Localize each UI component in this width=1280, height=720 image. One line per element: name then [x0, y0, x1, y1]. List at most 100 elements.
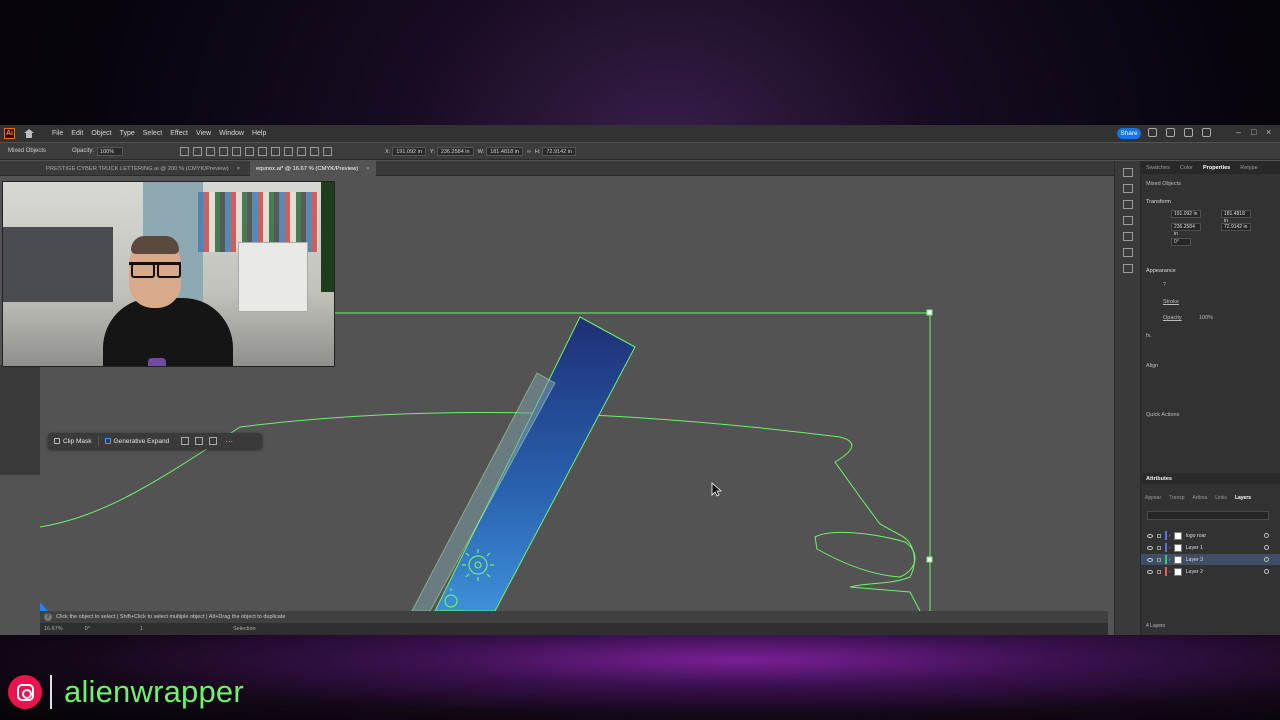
zoom-level[interactable]: 16.67% — [44, 626, 63, 632]
layer-name[interactable]: Layer 2 — [1186, 569, 1203, 575]
share-button[interactable]: Share — [1117, 128, 1141, 139]
w-input[interactable]: 181.4818 in — [486, 147, 523, 156]
recolor-icon[interactable] — [181, 437, 190, 445]
layer-row-selected[interactable]: › Layer 3 — [1141, 554, 1280, 565]
menu-help[interactable]: Help — [248, 130, 270, 137]
generative-expand-button[interactable]: Generative Expand — [99, 435, 176, 447]
lock-icon[interactable] — [209, 437, 218, 445]
workspace-icon[interactable] — [1202, 128, 1211, 137]
distribute-center-icon[interactable] — [271, 147, 280, 156]
target-circle-icon[interactable] — [1264, 557, 1269, 562]
tab-equnox[interactable]: equnox.ai* @ 16.67 % (CMYK/Preview) × — [250, 161, 376, 176]
layer-row[interactable]: › logo roar — [1141, 530, 1280, 541]
expand-arrow-icon[interactable]: › — [1169, 557, 1171, 563]
fx-label[interactable]: fx. — [1146, 333, 1152, 339]
layer-search-input[interactable] — [1147, 511, 1269, 520]
opacity-input[interactable]: 100% — [97, 146, 124, 156]
libraries-icon[interactable] — [1122, 168, 1133, 177]
search-icon[interactable] — [1166, 128, 1175, 137]
tab-prestige-cyber-truck[interactable]: PRESTIGE CYBER TRUCK LETTERING.ai @ 200 … — [40, 161, 246, 176]
play-actions-icon[interactable] — [1122, 264, 1133, 273]
lock-toggle-icon[interactable] — [1157, 545, 1161, 550]
expand-arrow-icon[interactable]: › — [1169, 545, 1171, 551]
opacity-prop-value[interactable]: 100% — [1199, 315, 1213, 321]
tab-color[interactable]: Color — [1175, 165, 1198, 171]
clip-mask-button[interactable]: Clip Mask — [48, 435, 98, 447]
paragraph-icon[interactable] — [1122, 232, 1133, 241]
menu-file[interactable]: File — [48, 130, 67, 137]
align-middle-icon[interactable] — [232, 147, 241, 156]
layer-row[interactable]: › Layer 2 — [1141, 566, 1280, 577]
layer-row[interactable]: › Layer 1 — [1141, 542, 1280, 553]
expand-arrow-icon[interactable]: › — [1169, 569, 1171, 575]
tab-layers[interactable]: Layers — [1231, 495, 1255, 501]
notifications-icon[interactable] — [1148, 128, 1157, 137]
tab-appearance[interactable]: Appear — [1141, 495, 1165, 501]
menu-type[interactable]: Type — [116, 130, 139, 137]
blue-stripe-shape[interactable] — [434, 316, 636, 611]
align-left-icon[interactable] — [180, 147, 189, 156]
visibility-eye-icon[interactable] — [1147, 569, 1153, 574]
x-input[interactable]: 191.092 in — [392, 147, 426, 156]
opacity-prop-label[interactable]: Opacity — [1163, 315, 1182, 321]
prop-h-input[interactable]: 72.9142 in — [1221, 223, 1251, 231]
visibility-eye-icon[interactable] — [1147, 533, 1153, 538]
glyphs-icon[interactable] — [1122, 248, 1133, 257]
target-circle-icon[interactable] — [1264, 545, 1269, 550]
layer-name[interactable]: Layer 1 — [1186, 545, 1203, 551]
menu-edit[interactable]: Edit — [67, 130, 87, 137]
lock-toggle-icon[interactable] — [1157, 557, 1161, 562]
target-circle-icon[interactable] — [1264, 533, 1269, 538]
prop-x-input[interactable]: 191.092 in — [1171, 210, 1201, 218]
selection-handle[interactable] — [926, 309, 933, 316]
align-center-icon[interactable] — [193, 147, 202, 156]
wheel-outline-path[interactable] — [814, 531, 916, 578]
prop-y-input[interactable]: 236.2584 in — [1171, 223, 1201, 237]
constrain-link-icon[interactable]: ∞ — [527, 149, 531, 155]
character-icon[interactable] — [1122, 216, 1133, 225]
distribute-top-icon[interactable] — [297, 147, 306, 156]
y-input[interactable]: 236.2584 in — [436, 147, 474, 156]
prop-w-input[interactable]: 181.4818 in — [1221, 210, 1251, 224]
distribute-middle-icon[interactable] — [310, 147, 319, 156]
target-circle-icon[interactable] — [1264, 569, 1269, 574]
tab-links[interactable]: Links — [1211, 495, 1231, 501]
lock-toggle-icon[interactable] — [1157, 533, 1161, 538]
tab-artboards[interactable]: Artboa — [1189, 495, 1212, 501]
layer-name[interactable]: Layer 3 — [1186, 557, 1203, 563]
visibility-eye-icon[interactable] — [1147, 557, 1153, 562]
align-bottom-icon[interactable] — [245, 147, 254, 156]
lock-toggle-icon[interactable] — [1157, 569, 1161, 574]
tab-properties[interactable]: Properties — [1198, 165, 1235, 171]
tab-swatches[interactable]: Swatches — [1141, 165, 1175, 171]
home-icon[interactable] — [24, 129, 34, 138]
selection-handle[interactable] — [926, 556, 933, 563]
menu-object[interactable]: Object — [87, 130, 115, 137]
menu-view[interactable]: View — [192, 130, 215, 137]
group-icon[interactable] — [195, 437, 204, 445]
tab-transparency[interactable]: Transp — [1165, 495, 1188, 501]
tab-retype[interactable]: Retype — [1235, 165, 1262, 171]
align-right-icon[interactable] — [206, 147, 215, 156]
arrange-documents-icon[interactable] — [1184, 128, 1193, 137]
menu-select[interactable]: Select — [139, 130, 166, 137]
prop-angle-input[interactable]: 0° — [1171, 238, 1191, 246]
h-input[interactable]: 72.9142 in — [542, 147, 577, 156]
artboard-number[interactable]: 1 — [140, 626, 143, 632]
distribute-left-icon[interactable] — [258, 147, 267, 156]
rotation-value[interactable]: 0° — [85, 626, 90, 632]
close-tab-icon[interactable]: × — [366, 166, 369, 172]
close-tab-icon[interactable]: × — [237, 166, 240, 172]
expand-arrow-icon[interactable]: › — [1169, 533, 1171, 539]
minimize-icon[interactable]: – — [1236, 127, 1241, 137]
fill-value[interactable]: ? — [1163, 282, 1166, 288]
maximize-icon[interactable]: □ — [1251, 127, 1256, 137]
layer-name[interactable]: logo roar — [1186, 533, 1206, 539]
layers-dock-icon[interactable] — [1122, 184, 1133, 193]
more-options-icon[interactable]: ··· — [225, 437, 233, 446]
align-top-icon[interactable] — [219, 147, 228, 156]
distribute-right-icon[interactable] — [284, 147, 293, 156]
distribute-bottom-icon[interactable] — [323, 147, 332, 156]
menu-effect[interactable]: Effect — [166, 130, 192, 137]
stroke-label[interactable]: Stroke — [1163, 299, 1179, 305]
